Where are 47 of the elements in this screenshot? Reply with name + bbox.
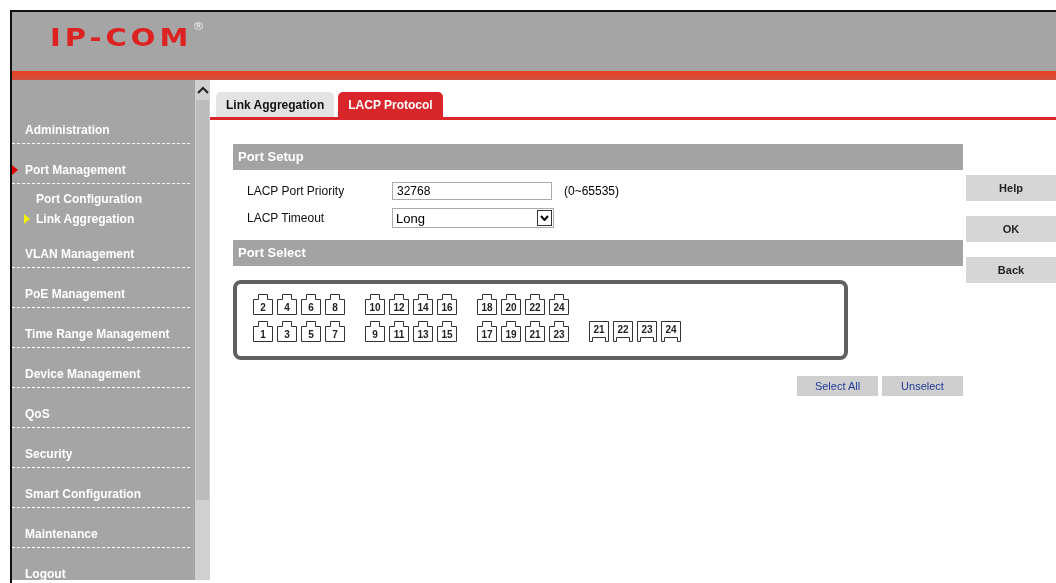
ethernet-port[interactable]: 12 [389,294,409,315]
action-button[interactable]: OK [966,216,1056,242]
tab[interactable]: LACP Protocol [338,92,443,117]
field-label: LACP Port Priority [247,184,346,198]
logo: IP-COM$^{®}$ [50,22,205,52]
sfp-port[interactable]: 24 [661,321,681,342]
ethernet-port[interactable]: 21 [525,321,545,342]
ethernet-port[interactable]: 1 [253,321,273,342]
field-label: LACP Timeout [247,211,326,225]
sfp-port[interactable]: 23 [637,321,657,342]
ethernet-port[interactable]: 3 [277,321,297,342]
section-header: Port Select [233,240,963,266]
ethernet-port[interactable]: 14 [413,294,433,315]
select-button[interactable]: Unselect [882,376,963,396]
select-button[interactable]: Select All [797,376,878,396]
action-button[interactable]: Help [966,175,1056,201]
scrollbar[interactable] [195,80,210,580]
ethernet-port[interactable]: 6 [301,294,321,315]
sfp-port[interactable]: 22 [613,321,633,342]
sfp-port[interactable]: 21 [589,321,609,342]
ethernet-port[interactable]: 5 [301,321,321,342]
dropdown-caret-icon[interactable] [537,210,552,226]
ethernet-port[interactable]: 17 [477,321,497,342]
ethernet-port[interactable]: 23 [549,321,569,342]
ethernet-port[interactable]: 15 [437,321,457,342]
ethernet-port[interactable]: 24 [549,294,569,315]
ethernet-port[interactable]: 7 [325,321,345,342]
scrollbar-thumb[interactable] [196,100,210,500]
ethernet-port[interactable]: 13 [413,321,433,342]
ethernet-port[interactable]: 2 [253,294,273,315]
ethernet-port[interactable]: 11 [389,321,409,342]
input-field[interactable]: 32768 [392,182,552,200]
ethernet-port[interactable]: 19 [501,321,521,342]
ethernet-port[interactable]: 9 [365,321,385,342]
range-hint: (0~65535) [564,184,620,198]
tab[interactable]: Link Aggregation [216,92,335,117]
dropdown[interactable]: Long [392,208,554,228]
action-button[interactable]: Back [966,257,1056,283]
section-header: Port Setup [233,144,963,170]
scroll-up-icon[interactable] [196,86,209,94]
ethernet-port[interactable]: 8 [325,294,345,315]
ethernet-port[interactable]: 18 [477,294,497,315]
ethernet-port[interactable]: 22 [525,294,545,315]
ethernet-port[interactable]: 4 [277,294,297,315]
ethernet-port[interactable]: 10 [365,294,385,315]
ethernet-port[interactable]: 20 [501,294,521,315]
ethernet-port[interactable]: 16 [437,294,457,315]
